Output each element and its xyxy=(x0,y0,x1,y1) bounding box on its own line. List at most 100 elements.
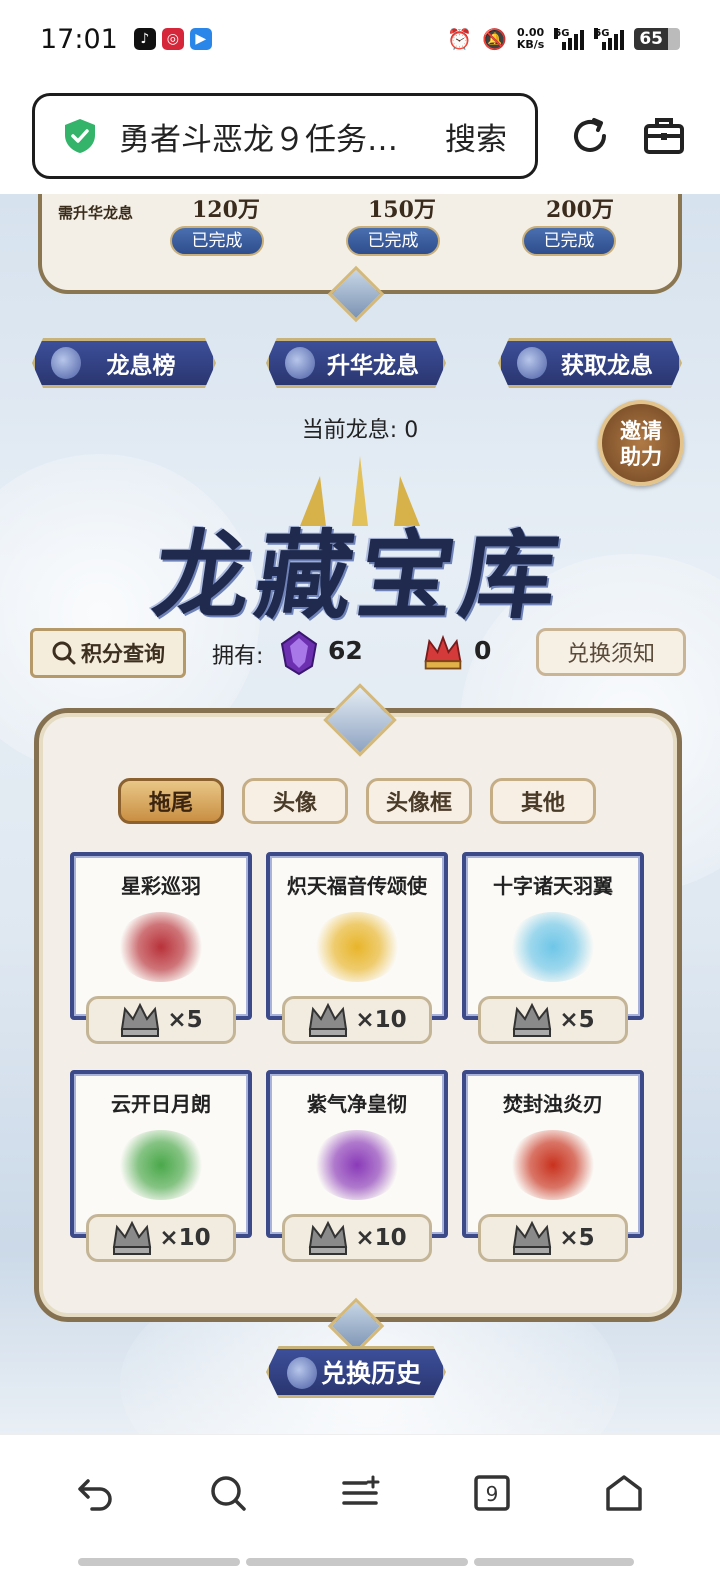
exchange-cost-button[interactable]: ×5 xyxy=(478,996,628,1044)
dragon-emblem-icon xyxy=(285,347,315,379)
exchange-history-label: 兑换历史 xyxy=(320,1359,421,1388)
item-name: 炽天福音传颂使 xyxy=(287,874,427,898)
shop-item-card[interactable]: 紫气净皇彻 ×10 xyxy=(266,1070,448,1266)
shop-item-card[interactable]: 炽天福音传颂使 ×10 xyxy=(266,852,448,1048)
wing-trail-icon xyxy=(116,912,206,982)
item-cost: ×10 xyxy=(355,1225,407,1251)
music-app-icon: ♪ xyxy=(133,28,156,50)
secure-shield-icon xyxy=(65,119,95,153)
net-speed-unit: KB/s xyxy=(516,38,545,51)
refresh-icon[interactable] xyxy=(568,114,612,158)
item-cost: ×5 xyxy=(167,1007,203,1033)
item-name: 云开日月朗 xyxy=(111,1092,211,1116)
shop-item-card[interactable]: 十字诸天羽翼 ×5 xyxy=(462,852,644,1048)
crown-token-icon xyxy=(424,634,462,670)
sublimate-breath-button[interactable]: 升华龙息 xyxy=(266,338,446,388)
address-bar[interactable]: 勇者斗恶龙９任务… 搜索 xyxy=(32,93,538,179)
flame-trail-icon xyxy=(312,1130,402,1200)
play-app-icon: ▶ xyxy=(189,28,212,50)
silver-crown-icon xyxy=(121,1002,160,1037)
item-name: 十字诸天羽翼 xyxy=(493,874,613,898)
blade-trail-icon xyxy=(508,1130,598,1200)
shop-item-card[interactable]: 焚封浊炎刃 ×5 xyxy=(462,1070,644,1266)
menu-icon[interactable] xyxy=(337,1470,383,1516)
exchange-cost-button[interactable]: ×5 xyxy=(86,996,236,1044)
dragon-trail-icon xyxy=(116,1130,206,1200)
exchange-cost-button[interactable]: ×5 xyxy=(478,1214,628,1262)
milestone-label: 需升华龙息 xyxy=(58,204,134,222)
url-text: 勇者斗恶龙９任务… xyxy=(119,121,398,158)
exchange-cost-button[interactable]: ×10 xyxy=(86,1214,236,1262)
web-content: 需升华龙息 120万 150万 200万 已完成 已完成 已完成 龙息榜 升华龙… xyxy=(0,194,720,1434)
gesture-bar xyxy=(78,1558,240,1566)
help-label: 助力 xyxy=(620,445,662,469)
signal-label: 5G xyxy=(554,28,570,39)
item-cost: ×10 xyxy=(355,1007,407,1033)
dragon-emblem-icon xyxy=(287,1357,317,1389)
wing-trail-icon xyxy=(508,912,598,982)
silver-crown-icon xyxy=(309,1002,348,1037)
silver-crown-icon xyxy=(309,1220,348,1255)
item-name: 星彩巡羽 xyxy=(121,874,201,898)
exchange-cost-button[interactable]: ×10 xyxy=(282,1214,432,1262)
sublimate-breath-label: 升华龙息 xyxy=(327,353,419,379)
net-speed: 0.00 KB/s xyxy=(517,27,544,51)
completed-badge: 已完成 xyxy=(522,226,616,256)
get-breath-label: 获取龙息 xyxy=(561,353,653,379)
tab-trail[interactable]: 拖尾 xyxy=(118,778,224,824)
mute-icon: 🔕 xyxy=(481,27,507,51)
search-icon xyxy=(52,641,76,665)
milestone-value: 150万 xyxy=(368,197,436,223)
search-button[interactable]: 搜索 xyxy=(445,114,507,159)
completed-badge: 已完成 xyxy=(170,226,264,256)
tab-avatar-frame[interactable]: 头像框 xyxy=(366,778,472,824)
gesture-bar xyxy=(246,1558,468,1566)
alarm-icon: ⏰ xyxy=(447,27,472,51)
browser-toolbar: 勇者斗恶龙９任务… 搜索 xyxy=(0,78,720,194)
invite-help-button[interactable]: 邀请 助力 xyxy=(598,400,684,486)
item-name: 焚封浊炎刃 xyxy=(503,1092,603,1116)
silver-crown-icon xyxy=(513,1002,552,1037)
tabs-icon[interactable]: 9 xyxy=(469,1470,515,1516)
invite-label: 邀请 xyxy=(620,419,662,443)
tab-avatar[interactable]: 头像 xyxy=(242,778,348,824)
tab-other[interactable]: 其他 xyxy=(490,778,596,824)
owned-label: 拥有: xyxy=(212,644,264,669)
back-icon[interactable] xyxy=(73,1470,119,1516)
milestone-value: 120万 xyxy=(192,197,260,223)
breath-ranking-button[interactable]: 龙息榜 xyxy=(32,338,216,388)
points-query-button[interactable]: 积分查询 xyxy=(30,628,186,678)
shop-item-card[interactable]: 云开日月朗 ×10 xyxy=(70,1070,252,1266)
svg-text:9: 9 xyxy=(486,1482,499,1506)
status-time: 17:01 xyxy=(40,23,118,55)
owned-gem-count: 62 xyxy=(328,636,363,665)
milestone-value: 200万 xyxy=(546,197,614,223)
target-app-icon: ◎ xyxy=(161,28,184,50)
silver-crown-icon xyxy=(113,1220,152,1255)
battery-level: 65 xyxy=(634,28,668,50)
owned-crown-count: 0 xyxy=(474,636,492,665)
exchange-cost-button[interactable]: ×10 xyxy=(282,996,432,1044)
dragon-emblem-icon xyxy=(51,347,81,379)
purple-gem-icon xyxy=(280,630,318,676)
signal-icon: 5G xyxy=(594,28,625,50)
exchange-history-button[interactable]: 兑换历史 xyxy=(266,1346,446,1398)
toolbox-icon[interactable] xyxy=(642,114,686,158)
dragon-emblem-icon xyxy=(517,347,547,379)
signal-icon: 5G xyxy=(554,28,585,50)
breath-ranking-label: 龙息榜 xyxy=(106,353,176,379)
get-breath-button[interactable]: 获取龙息 xyxy=(498,338,682,388)
search-icon[interactable] xyxy=(205,1470,251,1516)
battery-icon: 65 xyxy=(634,28,680,50)
home-icon[interactable] xyxy=(601,1470,647,1516)
signal-label: 5G xyxy=(594,28,610,39)
item-cost: ×5 xyxy=(559,1007,595,1033)
item-cost: ×10 xyxy=(159,1225,211,1251)
wing-trail-icon xyxy=(312,912,402,982)
gesture-bar xyxy=(474,1558,634,1566)
shop-item-card[interactable]: 星彩巡羽 ×5 xyxy=(70,852,252,1048)
exchange-rules-button[interactable]: 兑换须知 xyxy=(536,628,686,676)
silver-crown-icon xyxy=(513,1220,552,1255)
points-query-label: 积分查询 xyxy=(81,642,165,666)
completed-badge: 已完成 xyxy=(346,226,440,256)
